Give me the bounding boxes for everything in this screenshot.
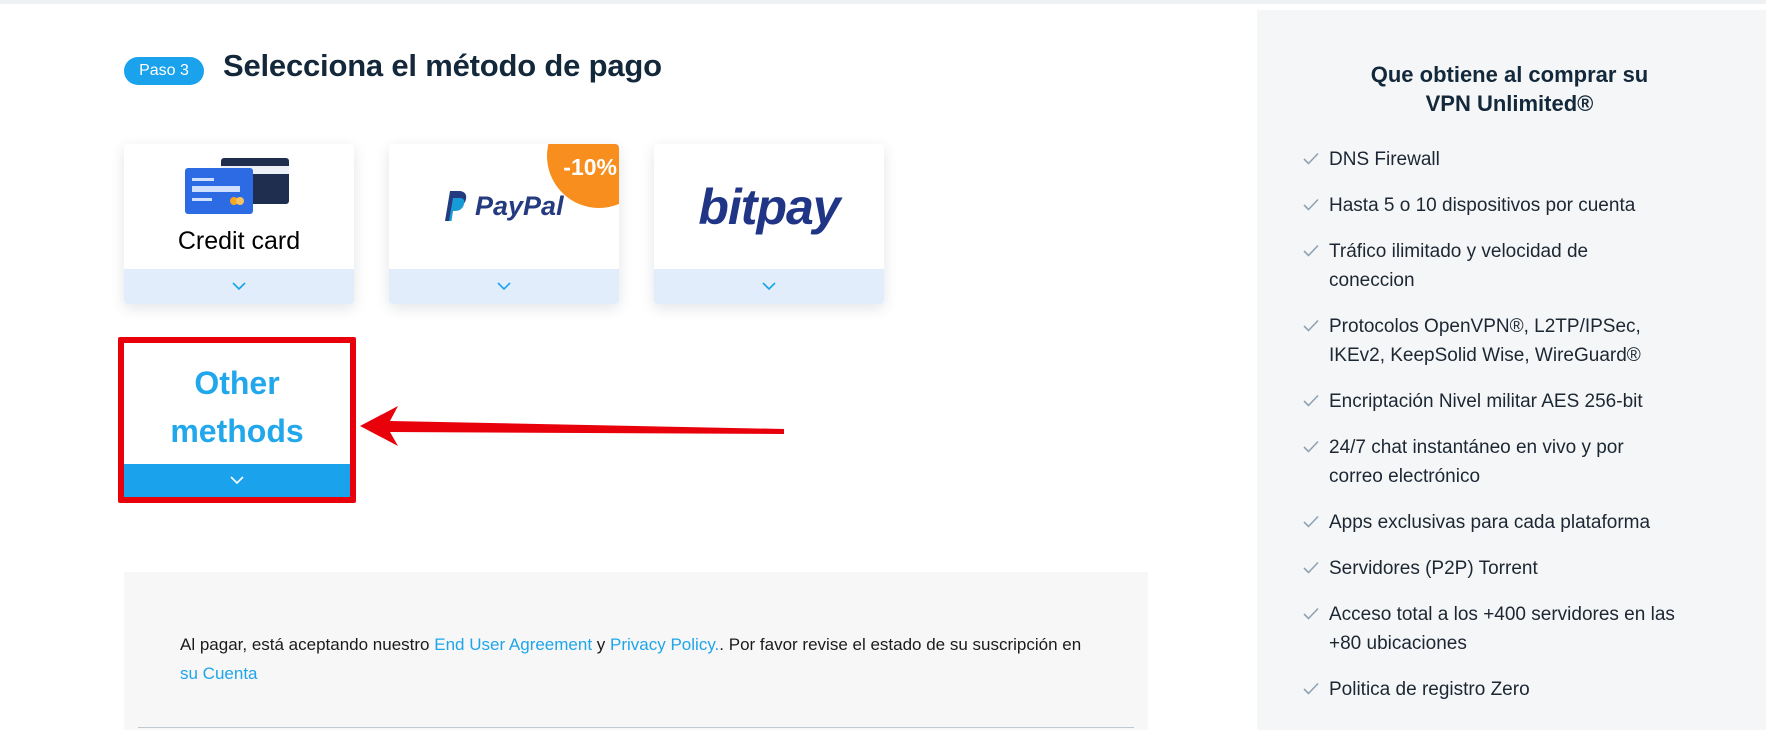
feature-text-line1: Hasta 5 o 10 dispositivos por cuenta — [1329, 195, 1636, 216]
red-arrow-annotation — [360, 406, 784, 446]
feature-item: Tráfico ilimitado y velocidad de coneccio… — [1303, 237, 1749, 295]
sidebar-title-line1: Que obtiene al comprar su — [1370, 62, 1649, 87]
paypal-expand[interactable] — [389, 269, 619, 304]
check-icon — [1303, 319, 1319, 332]
privacy-policy-link[interactable]: Privacy Policy. — [610, 635, 719, 654]
chevron-down-icon — [497, 282, 511, 291]
bitpay-option[interactable]: bitpay — [654, 144, 884, 304]
other-methods-line2: methods — [170, 413, 304, 449]
feature-text-line1: Protocolos OpenVPN®, L2TP/IPSec, — [1329, 316, 1641, 337]
feature-text-line1: Acceso total a los +400 servidores en la… — [1329, 604, 1675, 625]
feature-text-line2: IKEv2, KeepSolid Wise, WireGuard® — [1329, 345, 1641, 366]
feature-text-line1: 24/7 chat instantáneo en vivo y por — [1329, 437, 1624, 458]
feature-text-line1: Politica de registro Zero — [1329, 679, 1530, 700]
feature-item: Protocolos OpenVPN®, L2TP/IPSec, IKEv2, K… — [1303, 312, 1749, 370]
sidebar-title-line2: VPN Unlimited® — [1425, 91, 1594, 116]
eula-link[interactable]: End User Agreement — [434, 635, 592, 654]
chevron-down-icon — [230, 476, 244, 485]
benefits-sidebar: Que obtiene al comprar su VPN Unlimited®… — [1257, 10, 1766, 730]
feature-item: DNS Firewall — [1303, 145, 1749, 174]
other-methods-expand[interactable] — [124, 464, 350, 497]
check-icon — [1303, 152, 1319, 165]
feature-text-line2: +80 ubicaciones — [1329, 633, 1467, 654]
check-icon — [1303, 607, 1319, 620]
feature-item: Servidores (P2P) Torrent — [1303, 554, 1749, 583]
step-badge: Paso 3 — [124, 57, 204, 85]
check-icon — [1303, 394, 1319, 407]
credit-card-expand[interactable] — [124, 269, 354, 304]
feature-item: Encriptación Nivel militar AES 256-bit — [1303, 387, 1749, 416]
feature-text-line1: Servidores (P2P) Torrent — [1329, 558, 1538, 579]
credit-card-icon — [185, 158, 289, 214]
top-divider — [0, 0, 1766, 4]
check-icon — [1303, 198, 1319, 211]
feature-text-line2: coneccion — [1329, 270, 1415, 291]
agreement-text-before: Al pagar, está aceptando nuestro — [180, 635, 435, 654]
feature-item: Acceso total a los +400 servidores en la… — [1303, 600, 1749, 658]
feature-item: 24/7 chat instantáneo en vivo y por corre… — [1303, 433, 1749, 491]
chevron-down-icon — [232, 282, 246, 291]
credit-card-option[interactable]: Credit card — [124, 144, 354, 304]
check-icon — [1303, 561, 1319, 574]
feature-text-line1: Apps exclusivas para cada plataforma — [1329, 512, 1651, 533]
paypal-logo: PayPal — [441, 190, 564, 222]
other-methods-line1: Other — [194, 365, 280, 401]
feature-text-line1: DNS Firewall — [1329, 149, 1440, 170]
checkout-page: Paso 3 Selecciona el método de pago Cred… — [0, 0, 1766, 730]
feature-text-line2: correo electrónico — [1329, 466, 1481, 487]
bitpay-logo: bitpay — [698, 179, 840, 235]
agreement-box: Al pagar, está aceptando nuestro End Use… — [124, 572, 1148, 730]
feature-item: Politica de registro Zero — [1303, 675, 1749, 704]
agreement-text: Al pagar, está aceptando nuestro End Use… — [180, 630, 1100, 688]
feature-item: Hasta 5 o 10 dispositivos por cuenta — [1303, 191, 1749, 220]
agreement-text-after: . Por favor revise el estado de su suscr… — [719, 635, 1082, 654]
check-icon — [1303, 440, 1319, 453]
credit-card-label: Credit card — [177, 227, 301, 255]
account-link[interactable]: su Cuenta — [180, 664, 258, 683]
paypal-label: PayPal — [475, 190, 564, 221]
agreement-divider — [138, 727, 1134, 728]
sidebar-title: Que obtiene al comprar su VPN Unlimited® — [1257, 60, 1762, 118]
feature-item: Apps exclusivas para cada plataforma — [1303, 508, 1749, 537]
step-title: Selecciona el método de pago — [223, 48, 662, 83]
bitpay-expand[interactable] — [654, 269, 884, 304]
check-icon — [1303, 682, 1319, 695]
paypal-option[interactable]: -10% PayPal — [389, 144, 619, 304]
other-methods-option[interactable]: Other methods — [118, 337, 356, 503]
check-icon — [1303, 515, 1319, 528]
feature-text-line1: Encriptación Nivel militar AES 256-bit — [1329, 391, 1643, 412]
paypal-p-icon — [445, 191, 467, 221]
chevron-down-icon — [762, 282, 776, 291]
discount-label: -10% — [563, 154, 617, 180]
feature-text-line1: Tráfico ilimitado y velocidad de — [1329, 241, 1589, 262]
other-methods-label: Other methods — [124, 359, 350, 455]
agreement-text-and: y — [592, 635, 611, 654]
check-icon — [1303, 244, 1319, 257]
